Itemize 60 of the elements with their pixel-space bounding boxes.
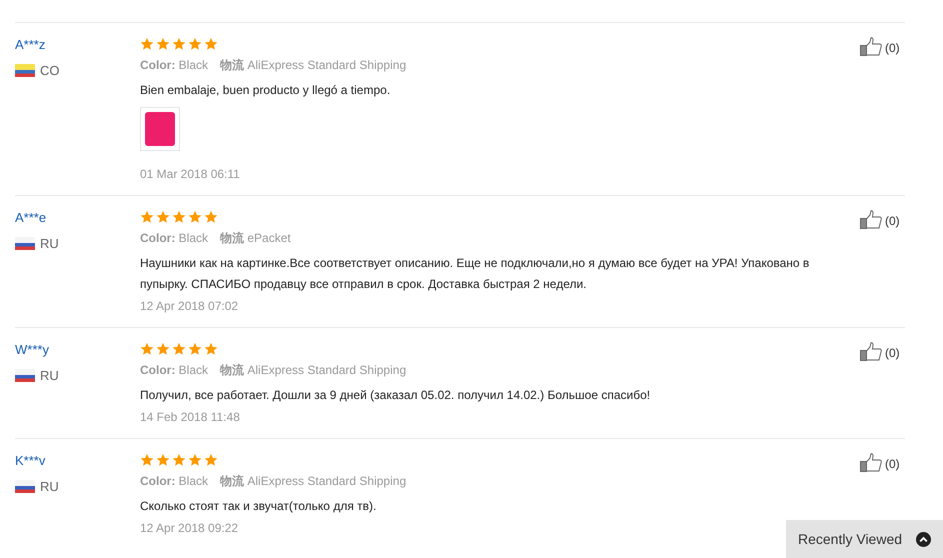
star-icon [172, 37, 186, 51]
reviewer-name[interactable]: W***y [15, 340, 140, 360]
review-date: 12 Apr 2018 07:02 [140, 298, 240, 315]
shipping-attribute: 物流 AliExpress Standard Shipping [220, 473, 406, 490]
star-icon [156, 342, 170, 356]
star-icon [204, 342, 218, 356]
star-icon [172, 210, 186, 224]
like-count: (0) [885, 456, 900, 473]
flag-icon [15, 236, 35, 250]
review-date: 14 Feb 2018 11:48 [140, 409, 241, 426]
flag-icon [15, 480, 35, 493]
star-icon [188, 453, 202, 467]
review-text: Сколько стоят так и звучат(только для тв). [140, 498, 376, 515]
thumbs-up-icon[interactable] [860, 342, 884, 361]
color-attribute: Color: Black [140, 57, 208, 74]
recently-viewed-bar[interactable]: Recently Viewed [786, 520, 943, 558]
star-icon [140, 37, 154, 51]
like-count: (0) [885, 40, 900, 57]
star-icon [204, 210, 218, 224]
country-code: RU [40, 478, 59, 496]
star-icon [140, 453, 154, 467]
star-icon [172, 342, 186, 356]
star-icon [156, 37, 170, 51]
shipping-attribute: 物流 ePacket [220, 230, 291, 247]
color-attribute: Color: Black [140, 473, 208, 490]
like-count: (0) [885, 345, 900, 362]
shipping-attribute: 物流 AliExpress Standard Shipping [220, 362, 406, 379]
flag-icon [15, 368, 35, 382]
star-icon [188, 37, 202, 51]
star-icon [156, 210, 170, 224]
reviewer-name[interactable]: K***v [15, 451, 140, 470]
star-icon [188, 210, 202, 224]
color-attribute: Color: Black [140, 362, 208, 379]
like-count: (0) [885, 213, 900, 230]
star-icon [204, 453, 218, 467]
photo-thumbnail[interactable] [140, 107, 180, 151]
chevron-up-icon [916, 532, 931, 546]
thumbs-up-icon[interactable] [860, 37, 884, 56]
country-code: CO [40, 62, 60, 80]
star-icon [204, 37, 218, 51]
star-icon [140, 210, 154, 224]
star-icon [156, 453, 170, 467]
review-text: Наушники как на картинке.Все соответствует описанию. Еще не подключали,но я думаю все будет на УРА! Упаковано в пупырку. СПАСИБО продавцу все отправил в срок. Доставка быстрая 2 недели. [140, 255, 810, 293]
color-attribute: Color: Black [140, 230, 208, 247]
reviewer-name[interactable]: A***z [15, 35, 140, 54]
photo-placeholder [145, 112, 175, 146]
flag-icon [15, 64, 35, 77]
shipping-attribute: 物流 AliExpress Standard Shipping [220, 57, 406, 74]
thumbs-up-icon[interactable] [860, 210, 884, 229]
review-date: 12 Apr 2018 09:22 [140, 520, 240, 537]
country-code: RU [40, 366, 59, 384]
review-text: Получил, все работает. Дошли за 9 дней (заказал 05.02. получил 14.02.) Большое спасибо! [140, 387, 650, 404]
country-code: RU [40, 234, 59, 252]
review-date: 01 Mar 2018 06:11 [140, 166, 241, 183]
star-icon [140, 342, 154, 356]
star-icon [188, 342, 202, 356]
review-text: Bien embalaje, buen producto y llegó a tiempo. [140, 82, 390, 99]
reviewer-name[interactable]: A***e [15, 208, 140, 228]
thumbs-up-icon[interactable] [860, 453, 884, 472]
star-icon [172, 453, 186, 467]
